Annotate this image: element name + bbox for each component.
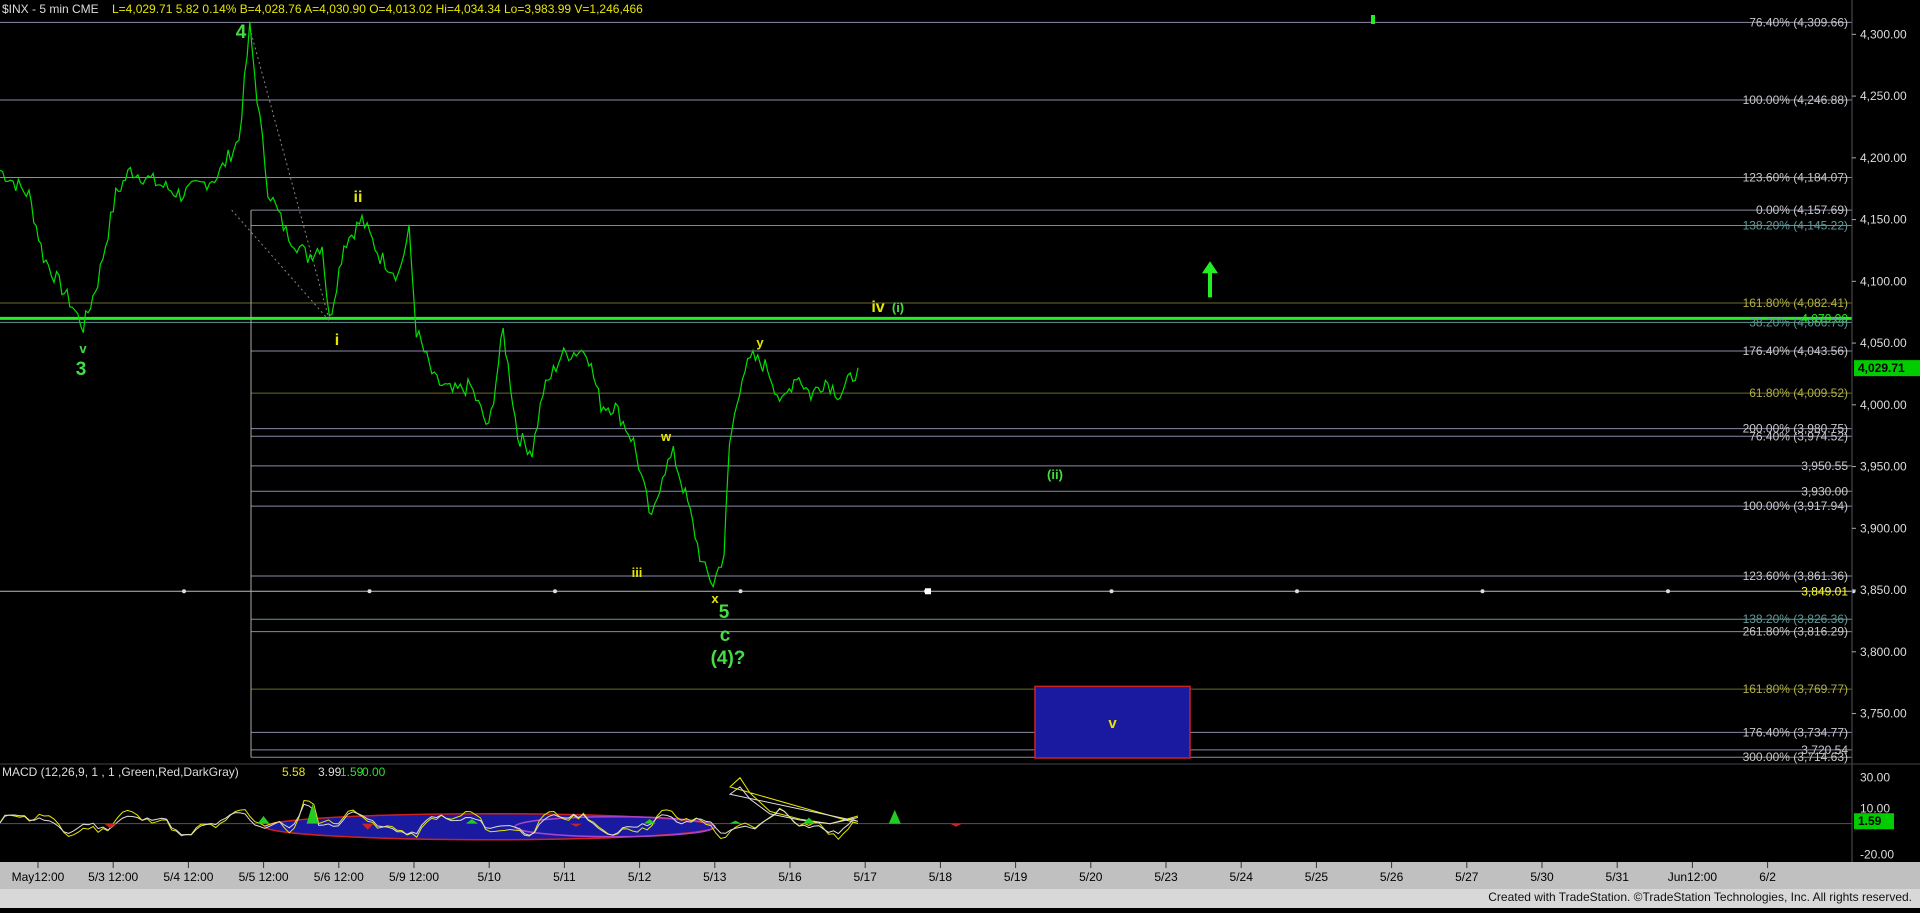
wave-label: iii — [632, 565, 643, 580]
wave-label: ii — [354, 189, 363, 206]
y-tick-label: 4,150.00 — [1860, 213, 1907, 227]
x-tick-label: 5/31 — [1606, 870, 1630, 884]
macd-value: 0.00 — [362, 765, 386, 779]
macd-value: 3.99 — [318, 765, 342, 779]
x-tick-label: 5/26 — [1380, 870, 1404, 884]
wave-label: i — [335, 332, 339, 349]
support-marker-square — [925, 588, 931, 595]
macd-y-tick-label: -20.00 — [1860, 847, 1894, 861]
x-tick-label: 5/27 — [1455, 870, 1479, 884]
wave-label: 5 — [719, 602, 730, 623]
support-marker — [553, 589, 557, 594]
fib-level-label: 123.60% (4,184.07) — [1743, 171, 1848, 185]
fib-level-label: 0.00% (4,157.69) — [1756, 203, 1848, 217]
last-price-label: 4,029.71 — [1858, 361, 1905, 375]
x-tick-label: 5/16 — [778, 870, 802, 884]
y-tick-label: 4,300.00 — [1860, 27, 1907, 41]
support-marker — [1666, 589, 1670, 594]
fib-level-label: 161.80% (4,082.41) — [1743, 296, 1848, 310]
fib-level-label: 176.40% (3,734.77) — [1743, 725, 1848, 739]
footer-copyright: Created with TradeStation. ©TradeStation… — [1488, 890, 1912, 904]
y-tick-label: 4,250.00 — [1860, 89, 1907, 103]
x-tick-label: 5/5 12:00 — [239, 870, 289, 884]
x-tick-label: 5/11 — [553, 870, 576, 884]
wave-label: y — [756, 335, 764, 350]
wave-label: 4 — [236, 22, 247, 43]
x-tick-label: 5/6 12:00 — [314, 870, 364, 884]
x-tick-label: 5/30 — [1530, 870, 1554, 884]
wave-label: (i) — [892, 300, 904, 315]
wave-label: (4)? — [711, 648, 746, 669]
x-tick-label: 6/2 — [1759, 870, 1776, 884]
macd-y-tick-label: 30.00 — [1860, 771, 1890, 785]
wave-label: (ii) — [1047, 467, 1063, 482]
macd-label: MACD (12,26,9, 1 , 1 ,Green,Red,DarkGray… — [2, 765, 239, 779]
fib-level-label: 3,950.55 — [1801, 459, 1848, 473]
wave-label: 3 — [76, 359, 87, 380]
x-tick-label: 5/13 — [703, 870, 727, 884]
support-marker — [1295, 589, 1299, 594]
x-tick-label: Jun12:00 — [1668, 870, 1718, 884]
x-tick-label: 5/17 — [854, 870, 878, 884]
fib-level-label: 138.20% (4,145.22) — [1743, 218, 1848, 232]
x-tick-label: 5/19 — [1004, 870, 1028, 884]
support-marker — [1480, 589, 1485, 594]
x-tick-label: 5/10 — [478, 870, 502, 884]
x-tick-label: 5/9 12:00 — [389, 870, 439, 884]
support-marker — [1109, 589, 1114, 594]
x-tick-label: 5/4 12:00 — [163, 870, 213, 884]
macd-value: 5.58 — [282, 765, 306, 779]
x-tick-label: 5/18 — [929, 870, 953, 884]
x-tick-label: 5/3 12:00 — [88, 870, 138, 884]
support-marker — [182, 589, 186, 594]
x-tick-label: 5/24 — [1230, 870, 1254, 884]
y-tick-label: 3,800.00 — [1860, 645, 1907, 659]
y-tick-label: 4,100.00 — [1860, 274, 1907, 288]
support-marker — [367, 589, 372, 594]
x-tick-label: 5/20 — [1079, 870, 1103, 884]
y-tick-label: 3,750.00 — [1860, 707, 1907, 721]
x-tick-label: 5/25 — [1305, 870, 1329, 884]
target-box-label: v — [1108, 715, 1117, 732]
x-tick-label: May12:00 — [12, 870, 65, 884]
y-tick-label: 4,000.00 — [1860, 398, 1907, 412]
fib-level-label: 100.00% (4,246.88) — [1743, 93, 1848, 107]
wave-label: v — [79, 341, 87, 356]
fib-level-label: 261.80% (3,816.29) — [1743, 625, 1848, 639]
macd-last-label: 1.59 — [1858, 814, 1882, 828]
chart-title: $INX - 5 min CME — [2, 2, 99, 16]
fib-level-label: 3,849.01 — [1801, 584, 1848, 598]
fib-level-label: 38.20% (4,066.73) — [1749, 315, 1848, 329]
y-tick-label: 4,200.00 — [1860, 151, 1907, 165]
fib-level-label: 300.00% (3,714.63) — [1743, 750, 1848, 764]
fib-level-label: 123.60% (3,861.36) — [1743, 569, 1848, 583]
fib-level-label: 176.40% (4,043.56) — [1743, 344, 1848, 358]
top-marker — [1371, 15, 1375, 24]
fib-level-label: 76.40% (3,974.52) — [1749, 429, 1848, 443]
quote-line: L=4,029.71 5.82 0.14% B=4,028.76 A=4,030… — [112, 2, 643, 16]
macd-value: 1.59 — [340, 765, 364, 779]
fib-level-label: 61.80% (4,009.52) — [1749, 386, 1848, 400]
wave-label: w — [660, 429, 672, 444]
x-tick-label: 5/23 — [1154, 870, 1178, 884]
fib-level-label: 100.00% (3,917.94) — [1743, 499, 1848, 513]
fib-level-label: 161.80% (3,769.77) — [1743, 682, 1848, 696]
y-tick-label: 3,900.00 — [1860, 521, 1907, 535]
y-tick-label: 3,950.00 — [1860, 460, 1907, 474]
chart-container[interactable]: v 4 v 3 ii i iv (i) y w iii x 5 c (4)? (ii) 4,300.00 4,25… — [0, 0, 1920, 908]
support-marker — [738, 589, 743, 594]
x-tick-label: 5/12 — [628, 870, 652, 884]
price-chart[interactable]: v4v3iiiiv (i)ywiiix5c(4)?(ii)4,300.004,25… — [0, 0, 1920, 908]
wave-label: c — [720, 625, 731, 646]
y-tick-label: 3,850.00 — [1860, 583, 1907, 597]
wave-label: iv — [871, 299, 884, 316]
y-tick-label: 4,050.00 — [1860, 336, 1907, 350]
fib-level-label: 3,930.00 — [1801, 484, 1848, 498]
fib-level-label: 76.40% (4,309.66) — [1749, 15, 1848, 29]
